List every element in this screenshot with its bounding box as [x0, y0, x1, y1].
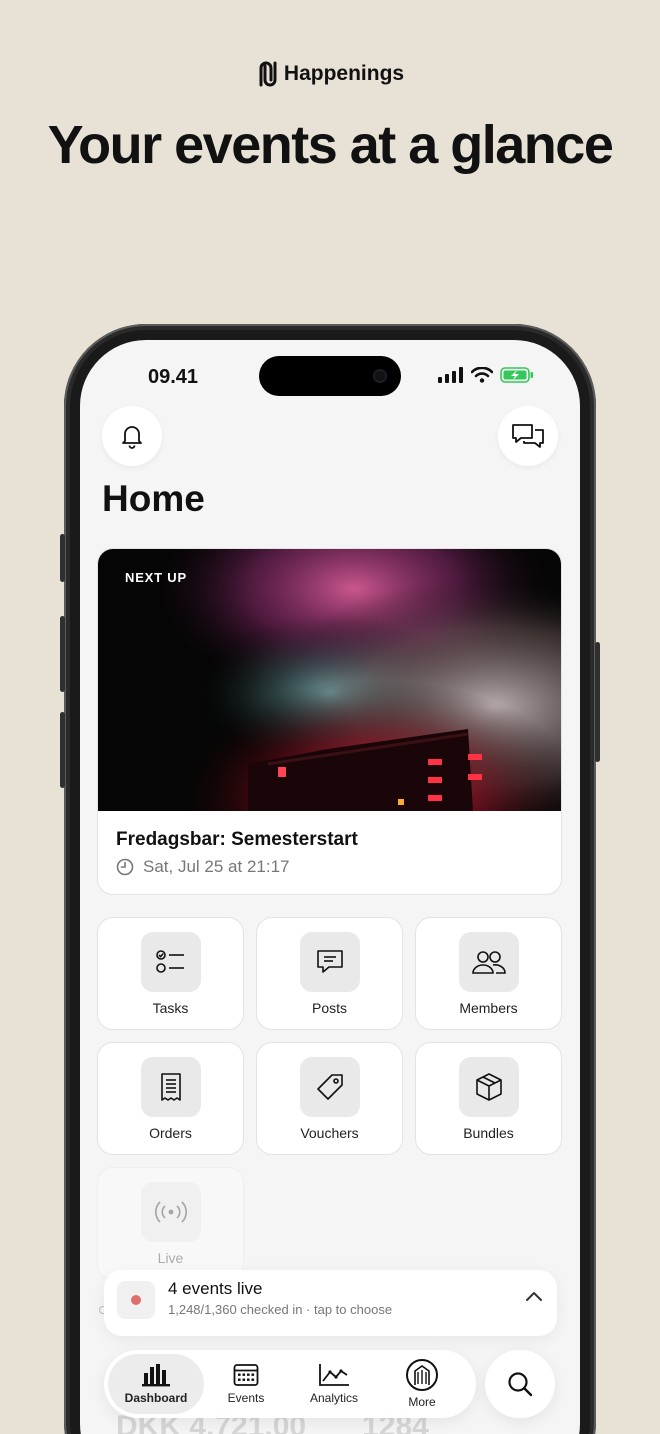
tasks-icon [156, 950, 184, 973]
tab-label: Events [227, 1391, 265, 1405]
chevron-up-icon[interactable] [525, 1290, 543, 1302]
events-calendar-icon [233, 1364, 259, 1386]
tab-label: Analytics [309, 1391, 359, 1405]
tile-tasks[interactable]: Tasks [97, 917, 244, 1030]
tile-label: Live [157, 1250, 184, 1266]
tile-posts[interactable]: Posts [256, 917, 403, 1030]
members-icon [472, 951, 506, 974]
messages-button[interactable] [498, 406, 558, 466]
next-up-label: NEXT UP [125, 570, 187, 585]
event-date: Sat, Jul 25 at 21:17 [116, 857, 290, 877]
happenings-logo-icon [259, 61, 277, 87]
tile-label: Orders [149, 1125, 192, 1141]
mute-switch [60, 534, 65, 582]
analytics-chart-icon [319, 1364, 349, 1386]
tile-label: Tasks [152, 1000, 189, 1016]
event-fireworks-image [98, 549, 561, 811]
tile-bundles[interactable]: Bundles [415, 1042, 562, 1155]
live-events-banner[interactable]: 4 events live 1,248/1,360 checked in · t… [104, 1270, 557, 1336]
tile-icon-box [300, 932, 360, 992]
dynamic-island [259, 356, 401, 396]
status-time: 09.41 [148, 366, 199, 388]
live-banner-subtitle: 1,248/1,360 checked in · tap to choose [168, 1302, 393, 1317]
live-broadcast-icon [155, 1201, 187, 1223]
tile-icon-box [141, 1057, 201, 1117]
tile-vouchers[interactable]: Vouchers [256, 1042, 403, 1155]
chat-bubbles-icon [512, 424, 544, 448]
tile-icon-box [300, 1057, 360, 1117]
organization-avatar-icon [406, 1359, 438, 1391]
tile-members[interactable]: Members [415, 917, 562, 1030]
live-indicator [117, 1281, 155, 1319]
tile-live[interactable]: Live [97, 1167, 244, 1280]
volume-down-button [60, 712, 65, 788]
tab-events[interactable]: Events [198, 1354, 294, 1414]
search-icon [508, 1372, 533, 1397]
posts-icon [317, 950, 343, 973]
power-button [595, 642, 600, 762]
tab-more[interactable]: More [374, 1354, 470, 1414]
tile-icon-box [459, 1057, 519, 1117]
volume-up-button [60, 616, 65, 692]
bell-icon [122, 426, 142, 449]
wifi-icon [471, 367, 493, 383]
next-event-card[interactable]: NEXT UP Fredagsbar: Semesterstart Sat, J… [97, 548, 562, 895]
tile-label: Posts [311, 1000, 347, 1016]
battery-charging-icon [500, 367, 533, 383]
tile-icon-box [141, 1182, 201, 1242]
tab-dashboard[interactable]: Dashboard [108, 1354, 204, 1414]
tile-icon-box [141, 932, 201, 992]
tile-label: Vouchers [300, 1125, 359, 1141]
notifications-button[interactable] [102, 406, 162, 466]
tile-icon-box [459, 932, 519, 992]
tab-analytics[interactable]: Analytics [286, 1354, 382, 1414]
app-screen: 09.41 Home NEXT UP Fredagsbar: Semesters… [80, 340, 580, 1434]
tile-label: Members [459, 1000, 518, 1016]
brand-name: Happenings [283, 62, 405, 85]
clock-icon [116, 858, 134, 876]
tab-label: More [408, 1395, 436, 1409]
vouchers-icon [317, 1074, 343, 1100]
orders-icon [161, 1073, 181, 1101]
event-date-text: Sat, Jul 25 at 21:17 [143, 857, 290, 876]
brand-header: Happenings [0, 60, 660, 88]
event-title: Fredagsbar: Semesterstart [116, 829, 358, 850]
dashboard-icon [142, 1364, 170, 1387]
status-icons [438, 367, 534, 383]
marketing-headline: Your events at a glance [47, 115, 614, 175]
phone-frame: 09.41 Home NEXT UP Fredagsbar: Semesters… [60, 324, 600, 1434]
tab-bar: Dashboard Events Analytics More [104, 1350, 476, 1418]
bundles-icon [476, 1073, 502, 1101]
search-button[interactable] [485, 1350, 555, 1418]
signal-icon [438, 367, 463, 383]
live-banner-title: 4 events live [168, 1279, 263, 1298]
live-dot-icon [131, 1295, 141, 1305]
page-title: Home [102, 478, 205, 519]
tile-orders[interactable]: Orders [97, 1042, 244, 1155]
tab-label: Dashboard [124, 1391, 188, 1405]
tile-label: Bundles [463, 1125, 514, 1141]
